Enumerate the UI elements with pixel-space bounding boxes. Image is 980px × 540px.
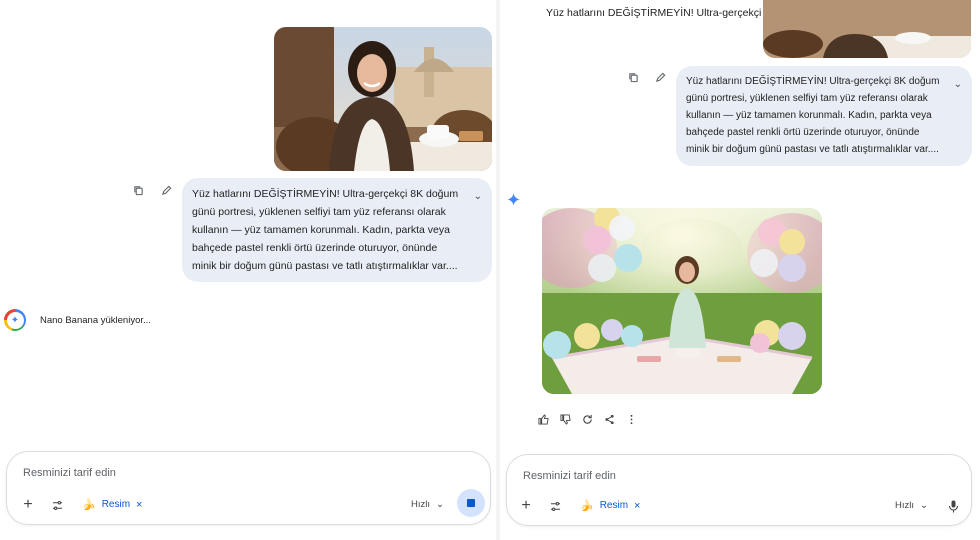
plus-icon[interactable]: + [21,496,35,513]
loading-indicator: ✦ Nano Banana yükleniyor... [4,309,151,331]
prompt-input[interactable]: Resminizi tarif edin [523,470,616,482]
prompt-text: Yüz hatlarını DEĞİŞTİRMEYİN! Ultra-gerçe… [686,76,940,155]
expand-chevron-icon[interactable]: ⌄ [474,188,482,206]
copy-icon[interactable] [131,183,145,197]
image-tool-chip[interactable]: 🍌 Resim × [82,498,142,512]
refresh-icon[interactable] [580,412,594,426]
share-icon[interactable] [602,412,616,426]
gemini-loading-icon: ✦ [4,309,26,331]
image-chip-label: Resim [599,500,629,511]
prompt-composer: Resminizi tarif edin + 🍌 Resim × Hızlı ⌄ [6,451,491,525]
stop-icon [467,499,475,507]
tune-icon[interactable] [548,499,562,513]
thumbs-down-icon[interactable] [558,412,572,426]
pencil-icon[interactable] [159,183,173,197]
speed-label: Hızlı [411,499,430,510]
user-prompt-bubble: Yüz hatlarını DEĞİŞTİRMEYİN! Ultra-gerçe… [182,178,492,282]
prompt-input[interactable]: Resminizi tarif edin [23,467,116,479]
right-chat-pane: Yüz hatlarını DEĞİŞTİRMEYİN! Ultra-gerçe… [500,0,980,540]
image-chip-label: Resim [101,499,131,510]
chip-close-icon[interactable]: × [634,500,640,512]
stop-button[interactable] [457,489,485,517]
uploaded-selfie-image[interactable] [274,27,492,171]
model-speed-selector[interactable]: Hızlı ⌄ [411,499,444,510]
pencil-icon[interactable] [653,70,667,84]
more-vert-icon[interactable] [624,412,638,426]
mic-icon[interactable] [945,498,961,514]
response-actions [536,412,638,426]
chevron-down-icon: ⌄ [920,500,928,511]
banana-icon: 🍌 [82,499,96,511]
generated-birthday-image[interactable] [542,208,822,394]
prompt-text: Yüz hatlarını DEĞİŞTİRMEYİN! Ultra-gerçe… [192,188,459,272]
chip-close-icon[interactable]: × [136,499,142,511]
left-chat-pane: Yüz hatlarını DEĞİŞTİRMEYİN! Ultra-gerçe… [0,0,496,540]
banana-icon: 🍌 [580,500,594,512]
image-tool-chip[interactable]: 🍌 Resim × [580,499,640,513]
expand-chevron-icon[interactable]: ⌄ [954,76,962,93]
plus-icon[interactable]: + [519,497,533,514]
loading-text: Nano Banana yükleniyor... [40,314,151,326]
copy-icon[interactable] [626,70,640,84]
uploaded-selfie-image-cropped[interactable] [763,0,971,58]
thumbs-up-icon[interactable] [536,412,550,426]
tune-icon[interactable] [50,498,64,512]
chevron-down-icon: ⌄ [436,499,444,510]
prompt-composer: Resminizi tarif edin + 🍌 Resim × Hızlı ⌄ [506,454,972,526]
model-speed-selector[interactable]: Hızlı ⌄ [895,500,928,511]
gemini-sparkle-icon: ✦ [506,190,522,210]
user-prompt-bubble: Yüz hatlarını DEĞİŞTİRMEYİN! Ultra-gerçe… [676,66,972,166]
speed-label: Hızlı [895,500,914,511]
